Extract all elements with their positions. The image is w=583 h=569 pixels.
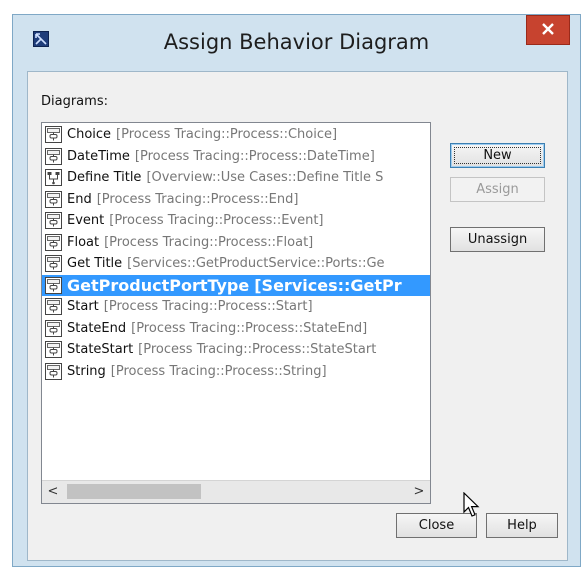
list-item[interactable]: Get Title [Services::GetProductService::P… — [42, 253, 430, 275]
scroll-thumb[interactable] — [67, 484, 201, 499]
list-item[interactable]: End [Process Tracing::Process::End] — [42, 189, 430, 211]
list-item[interactable]: Float [Process Tracing::Process::Float] — [42, 232, 430, 254]
diagram-name: End — [67, 191, 92, 207]
new-button-label: New — [483, 148, 512, 163]
diagram-path: [Process Tracing::Process::StateEnd] — [131, 320, 368, 336]
list-item[interactable]: DateTime [Process Tracing::Process::DateT… — [42, 146, 430, 168]
state-machine-diagram-icon — [45, 341, 62, 359]
horizontal-scrollbar[interactable]: < > — [42, 480, 430, 503]
dialog-window: Assign Behavior Diagram Diagrams: Choice… — [12, 14, 581, 567]
state-machine-diagram-icon — [45, 319, 62, 337]
diagram-path: [Process Tracing::Process::DateTime] — [134, 148, 375, 164]
list-item[interactable]: Choice [Process Tracing::Process::Choice] — [42, 124, 430, 146]
diagram-name: StateEnd — [67, 320, 127, 336]
state-machine-diagram-icon — [45, 233, 62, 251]
unassign-button-label: Unassign — [467, 232, 528, 247]
window-title: Assign Behavior Diagram — [163, 30, 430, 54]
dialog-content: Diagrams: Choice[Process Tracing::Proces… — [27, 71, 568, 561]
diagram-path: [Process Tracing::Process::String] — [110, 363, 327, 379]
state-machine-diagram-icon — [45, 190, 62, 208]
diagram-path: [Services::GetPr — [254, 275, 402, 295]
chevron-left-icon: < — [47, 484, 59, 499]
state-machine-diagram-icon — [45, 126, 62, 144]
list-item[interactable]: Start [Process Tracing::Process::Start] — [42, 296, 430, 318]
new-button[interactable]: New — [450, 143, 545, 168]
diagram-name: Choice — [67, 127, 112, 142]
close-window-button[interactable] — [526, 15, 570, 45]
diagrams-label: Diagrams: — [41, 94, 108, 109]
diagram-name: StateStart — [67, 342, 134, 357]
help-button[interactable]: Help — [486, 513, 558, 538]
list-item[interactable]: Event [Process Tracing::Process::Event] — [42, 210, 430, 232]
title-bar[interactable]: Assign Behavior Diagram — [13, 15, 580, 71]
help-button-label: Help — [507, 518, 537, 533]
diagram-path: [Process Tracing::Process::Start] — [103, 299, 313, 314]
diagram-name: Event — [67, 213, 105, 228]
diagram-path: [Process Tracing::Process::Choice] — [116, 127, 338, 142]
list-item[interactable]: GetProductPortType [Services::GetPr — [42, 274, 430, 296]
list-item[interactable]: Define Title [Overview::Use Cases::Define… — [42, 167, 430, 189]
diagram-path: [Process Tracing::Process::End] — [96, 191, 299, 207]
diagram-path: [Process Tracing::Process::Event] — [109, 213, 324, 228]
diagram-path: [Process Tracing::Process::StateStart — [138, 342, 377, 357]
list-item[interactable]: String [Process Tracing::Process::String] — [42, 361, 430, 383]
list-item[interactable]: StateEnd [Process Tracing::Process::State… — [42, 318, 430, 340]
diagram-path: [Process Tracing::Process::Float] — [104, 234, 314, 250]
assign-button[interactable]: Assign — [450, 177, 545, 202]
diagram-name: String — [67, 363, 106, 379]
diagrams-list[interactable]: Choice [Process Tracing::Process::Choice]… — [41, 122, 431, 504]
diagram-name: DateTime — [67, 148, 130, 164]
scroll-right-button[interactable]: > — [408, 481, 430, 502]
diagram-name: Define Title — [67, 170, 142, 185]
state-machine-diagram-icon — [45, 255, 62, 273]
unassign-button[interactable]: Unassign — [450, 227, 545, 252]
diagram-path: [Overview::Use Cases::Define Title S — [146, 170, 384, 185]
diagram-name: Get Title — [67, 256, 123, 271]
state-machine-diagram-icon — [45, 276, 62, 294]
diagram-name: Start — [67, 299, 99, 314]
diagram-path: [Services::GetProductService::Ports::Ge — [127, 256, 385, 271]
close-button-label: Close — [418, 518, 455, 533]
close-icon — [541, 21, 555, 40]
close-button[interactable]: Close — [396, 513, 477, 538]
state-machine-diagram-icon — [45, 212, 62, 230]
diagram-name: GetProductPortType — [67, 275, 250, 295]
diagram-name: Float — [67, 234, 100, 250]
activity-diagram-icon — [45, 169, 62, 187]
chevron-right-icon: > — [413, 484, 425, 499]
assign-button-label: Assign — [476, 182, 519, 197]
scroll-left-button[interactable]: < — [42, 481, 64, 502]
state-machine-diagram-icon — [45, 147, 62, 165]
state-machine-diagram-icon — [45, 298, 62, 316]
list-item[interactable]: StateStart [Process Tracing::Process::Sta… — [42, 339, 430, 361]
state-machine-diagram-icon — [45, 362, 62, 380]
diagrams-list-items: Choice [Process Tracing::Process::Choice]… — [42, 124, 430, 382]
